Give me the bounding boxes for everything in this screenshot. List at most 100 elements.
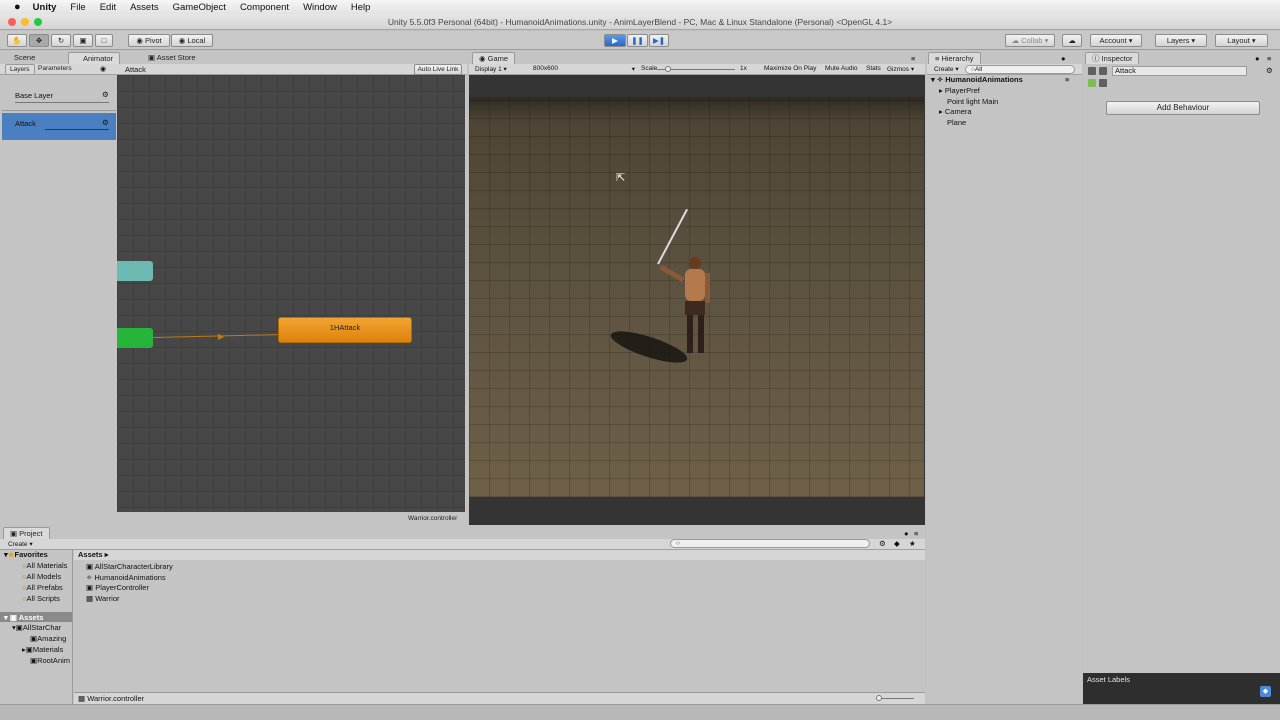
create-dropdown[interactable]: Create ▾: [934, 65, 959, 73]
close-window-button[interactable]: [8, 18, 16, 26]
filter-by-label-icon[interactable]: ◆: [894, 539, 900, 548]
panel-menu-icon[interactable]: ≡: [914, 529, 918, 538]
hierarchy-item-playerpref[interactable]: ▸ PlayerPref: [939, 86, 980, 95]
rect-tool-icon[interactable]: □: [95, 34, 113, 47]
account-dropdown[interactable]: Account ▾: [1090, 34, 1142, 47]
rotate-tool-icon[interactable]: ↻: [51, 34, 71, 47]
hierarchy-item-point-light[interactable]: Point light Main: [947, 97, 998, 106]
asset-item-allstar[interactable]: ▣ AllStarCharacterLibrary: [86, 562, 173, 571]
eye-icon[interactable]: ◉: [100, 65, 106, 73]
pivot-toggle[interactable]: ◉ Pivot: [128, 34, 170, 47]
layout-dropdown[interactable]: Layout ▾: [1215, 34, 1268, 47]
tab-inspector[interactable]: ⓘ Inspector: [1085, 52, 1140, 64]
tab-asset-store[interactable]: ▣ Asset Store: [142, 52, 202, 64]
static-checkbox[interactable]: [1099, 79, 1107, 87]
maximize-on-play-toggle[interactable]: Maximize On Play: [764, 65, 816, 72]
add-behaviour-button[interactable]: Add Behaviour: [1106, 101, 1260, 115]
favorite-item[interactable]: ○All Materials: [22, 561, 67, 570]
display-dropdown[interactable]: Display 1 ▾: [475, 65, 507, 73]
move-tool-icon[interactable]: ✥: [29, 34, 49, 47]
animator-graph[interactable]: ▶ 1HAttack: [117, 75, 465, 512]
hierarchy-item-plane[interactable]: Plane: [947, 118, 966, 127]
panel-menu-icon[interactable]: ≡: [911, 54, 915, 63]
icon-size-slider[interactable]: [878, 698, 914, 699]
filter-by-type-icon[interactable]: ⚙: [879, 539, 886, 548]
zoom-window-button[interactable]: [34, 18, 42, 26]
menu-edit[interactable]: Edit: [100, 2, 116, 13]
settings-gear-icon[interactable]: ⚙: [102, 118, 109, 127]
scale-tool-icon[interactable]: ▣: [73, 34, 93, 47]
local-toggle[interactable]: ◉ Local: [171, 34, 213, 47]
resolution-dropdown[interactable]: 800x600 ▾: [533, 65, 635, 73]
lock-icon[interactable]: ●: [1061, 54, 1066, 63]
tab-hierarchy[interactable]: ≡ Hierarchy: [928, 52, 981, 64]
tag-label-icon[interactable]: ◆: [1260, 686, 1271, 697]
panel-menu-icon[interactable]: ≡: [1267, 54, 1271, 63]
icon-size-slider-thumb[interactable]: [876, 695, 882, 701]
auto-live-link-button[interactable]: Auto Live Link: [414, 64, 462, 75]
tab-animator[interactable]: Animator: [68, 52, 121, 64]
menu-file[interactable]: File: [70, 2, 85, 13]
animator-breadcrumb[interactable]: Attack: [125, 65, 146, 74]
folder-item[interactable]: ▸▣Materials: [22, 645, 63, 654]
minimize-window-button[interactable]: [21, 18, 29, 26]
asset-item-controller[interactable]: ▦ Warrior: [86, 594, 120, 603]
lock-icon[interactable]: ●: [904, 529, 909, 538]
object-name-field[interactable]: Attack: [1112, 66, 1247, 76]
menu-window[interactable]: Window: [303, 2, 337, 13]
hierarchy-search-input[interactable]: ○All: [965, 65, 1075, 74]
menu-app[interactable]: Unity: [33, 2, 57, 13]
step-button[interactable]: ▶❚: [649, 34, 669, 47]
tab-scene[interactable]: Scene: [8, 52, 41, 64]
asset-item-scene[interactable]: ✧ HumanoidAnimations: [86, 573, 166, 582]
hand-tool-icon[interactable]: ✋: [7, 34, 27, 47]
weight-slider[interactable]: [45, 129, 109, 130]
mute-audio-toggle[interactable]: Mute Audio: [825, 65, 858, 72]
folder-item[interactable]: ▣RootAnim: [30, 656, 70, 665]
favorites-header[interactable]: ▾★Favorites: [4, 550, 48, 559]
favorite-item[interactable]: ○All Prefabs: [22, 583, 63, 592]
create-dropdown[interactable]: Create ▾: [8, 540, 33, 548]
entry-node[interactable]: [117, 328, 153, 348]
tab-parameters[interactable]: Parameters: [34, 64, 76, 74]
stats-toggle[interactable]: Stats: [866, 65, 881, 72]
pause-button[interactable]: ❚❚: [627, 34, 648, 47]
collab-dropdown[interactable]: ☁ Collab ▾: [1005, 34, 1055, 47]
play-button[interactable]: ▶: [604, 34, 626, 47]
menu-help[interactable]: Help: [351, 2, 371, 13]
layer-item-base[interactable]: Base Layer ⚙: [2, 85, 116, 111]
scale-slider-thumb[interactable]: [665, 66, 671, 72]
tab-game[interactable]: ◉ Game: [472, 52, 516, 64]
asset-item-script[interactable]: ▣ PlayerController: [86, 583, 149, 592]
favorite-item[interactable]: ○All Models: [22, 572, 61, 581]
tab-project[interactable]: ▣ Project: [3, 527, 50, 539]
active-checkbox[interactable]: [1099, 67, 1107, 75]
gizmos-dropdown[interactable]: Gizmos ▾: [887, 65, 914, 73]
scene-menu-icon[interactable]: ≡: [1065, 75, 1069, 84]
menu-component[interactable]: Component: [240, 2, 289, 13]
project-search-input[interactable]: ○: [670, 539, 870, 548]
menu-assets[interactable]: Assets: [130, 2, 159, 13]
game-view[interactable]: ⇱: [469, 75, 925, 525]
hierarchy-item-camera[interactable]: ▸ Camera: [939, 107, 972, 116]
tab-layers[interactable]: Layers: [5, 64, 35, 74]
assets-root[interactable]: ▾ ▣ Assets: [0, 612, 72, 622]
scene-root[interactable]: ▾ ✧ HumanoidAnimations: [931, 75, 1023, 84]
cloud-services-icon[interactable]: ☁: [1062, 34, 1082, 47]
layers-dropdown[interactable]: Layers ▾: [1155, 34, 1207, 47]
settings-gear-icon[interactable]: ⚙: [1266, 66, 1273, 75]
favorite-item[interactable]: ○All Scripts: [22, 594, 60, 603]
folder-item[interactable]: ▣Amazing: [30, 634, 66, 643]
folder-item[interactable]: ▾▣AllStarChar: [12, 623, 61, 632]
transition-arrow[interactable]: [152, 334, 278, 338]
menu-gameobject[interactable]: GameObject: [173, 2, 226, 13]
state-node-1hattack[interactable]: 1HAttack: [278, 317, 412, 343]
any-state-node[interactable]: [117, 261, 153, 281]
breadcrumb-assets[interactable]: Assets ▸: [78, 550, 108, 559]
layer-item-attack[interactable]: Attack ⚙: [2, 113, 116, 140]
settings-gear-icon[interactable]: ⚙: [102, 90, 109, 99]
lock-icon[interactable]: ●: [1255, 54, 1260, 63]
apple-icon[interactable]: ●: [14, 1, 21, 13]
favorite-star-icon[interactable]: ★: [909, 539, 916, 548]
weight-slider[interactable]: [15, 102, 109, 103]
